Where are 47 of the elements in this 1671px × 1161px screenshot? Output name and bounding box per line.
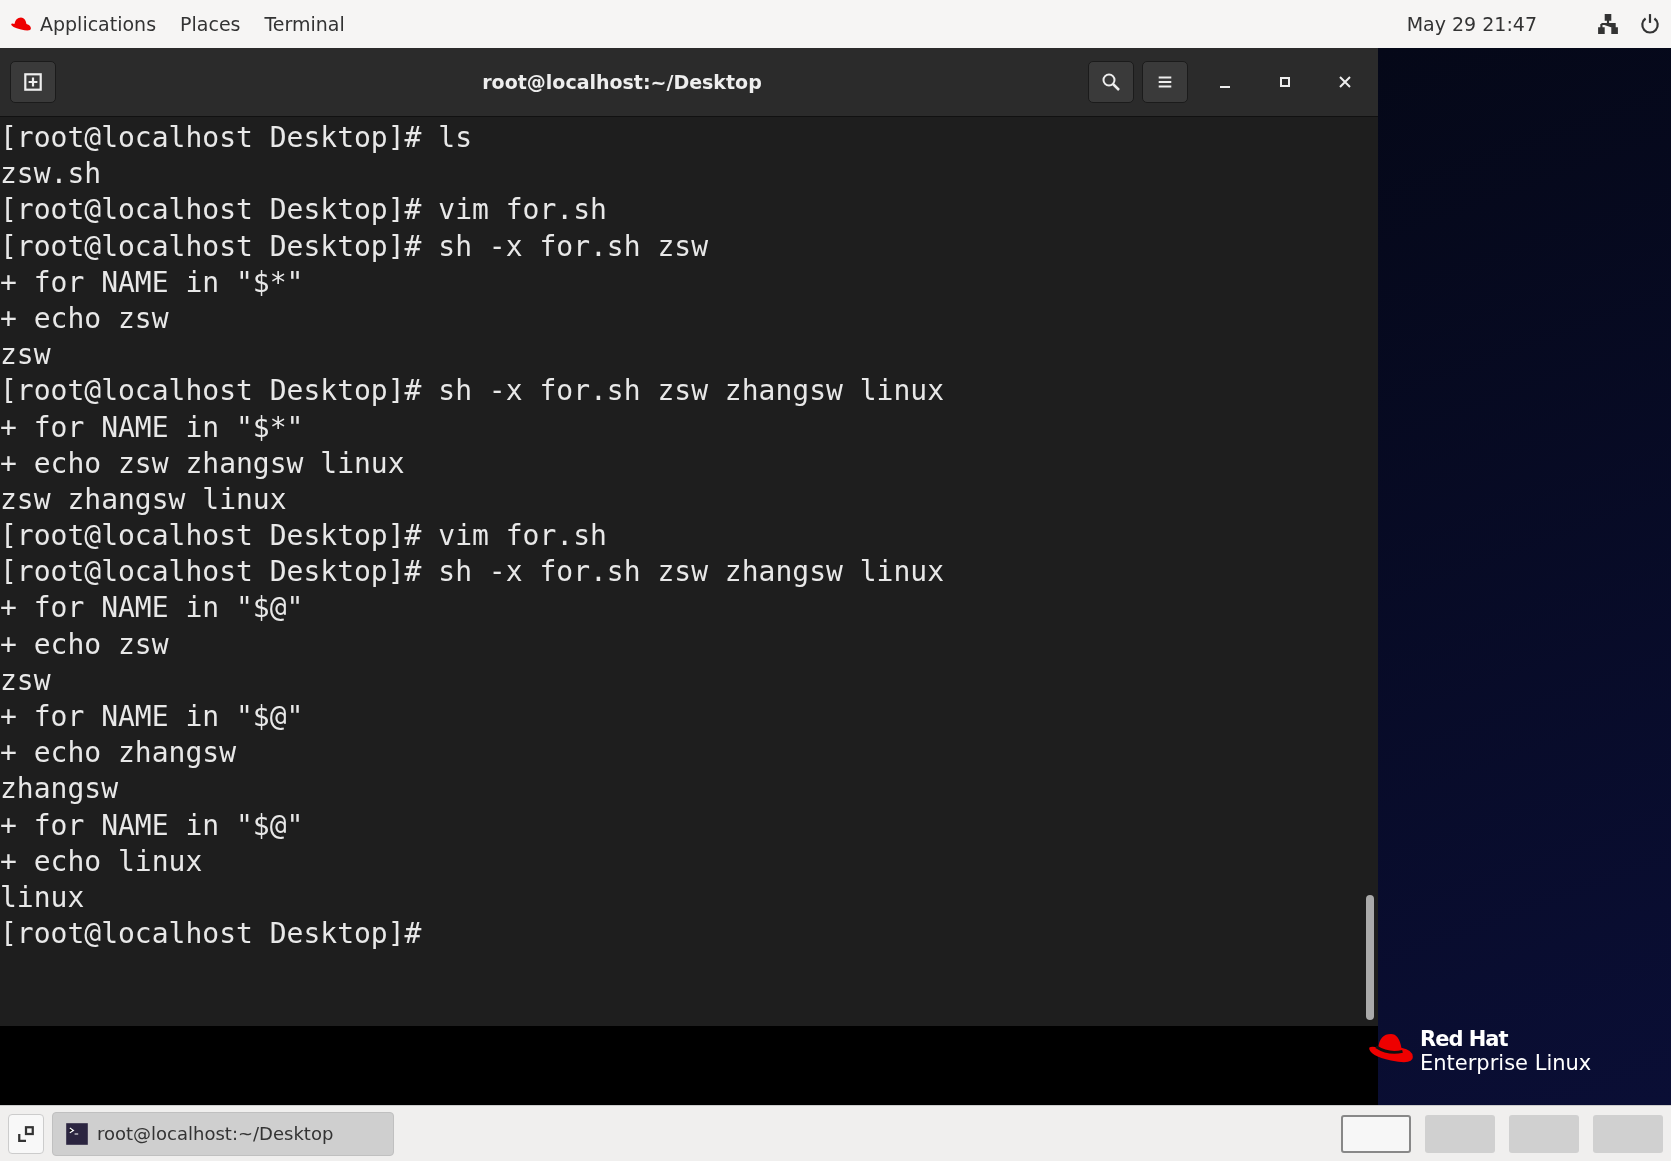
- terminal-line: [root@localhost Desktop]# sh -x for.sh zsw zhangsw linux: [0, 554, 945, 591]
- logo-product: Enterprise Linux: [1420, 1051, 1592, 1075]
- terminal-line: [root@localhost Desktop]# sh -x for.sh zsw zhangsw linux: [0, 373, 945, 410]
- terminal-line: [root@localhost Desktop]# vim for.sh: [0, 192, 608, 229]
- top-menu[interactable]: Applications: [40, 13, 157, 35]
- terminal-line: linux: [0, 879, 86, 916]
- power-icon[interactable]: [1639, 13, 1661, 35]
- search-button[interactable]: [1088, 61, 1134, 103]
- terminal-line: + echo zsw: [0, 300, 170, 337]
- terminal-line: zsw zhangsw linux: [0, 481, 288, 518]
- terminal-line: [root@localhost Desktop]# vim for.sh: [0, 518, 608, 555]
- logo-brand: Red Hat: [1420, 1027, 1509, 1051]
- terminal-line: + echo zhangsw: [0, 735, 237, 772]
- terminal-icon: [65, 1121, 89, 1146]
- hat-icon: [10, 16, 32, 32]
- terminal-line: + for NAME in "$*": [0, 264, 305, 301]
- taskbar-window-button[interactable]: root@localhost:~/Desktop: [52, 1111, 394, 1156]
- top-menu[interactable]: Places: [180, 13, 241, 35]
- maximize-icon: [1279, 76, 1291, 88]
- terminal-line: + for NAME in "$@": [0, 590, 305, 627]
- terminal-line: [root@localhost Desktop]# ls: [0, 120, 473, 156]
- terminal-line: zhangsw: [0, 771, 119, 808]
- terminal-line: + echo zsw: [0, 626, 170, 663]
- minimize-icon: [1219, 86, 1231, 88]
- terminal-line: + for NAME in "$*": [0, 409, 305, 446]
- window-title: root@localhost:~/Desktop: [481, 71, 763, 93]
- terminal-line: zsw: [0, 662, 52, 699]
- terminal-line: [root@localhost Desktop]# sh -x for.sh zsw: [0, 228, 709, 265]
- menu-button[interactable]: [1142, 61, 1188, 103]
- terminal-line: zsw: [0, 337, 52, 374]
- terminal-line: zsw.sh: [0, 156, 103, 193]
- show-desktop-button[interactable]: [8, 1113, 44, 1154]
- clock[interactable]: May 29 21:47: [1406, 13, 1537, 35]
- new-tab-icon: [22, 71, 44, 93]
- terminal-line: + echo zsw zhangsw linux: [0, 445, 406, 482]
- terminal-line: + echo linux: [0, 843, 204, 880]
- terminal-line: + for NAME in "$@": [0, 807, 305, 844]
- new-tab-button[interactable]: [10, 61, 56, 103]
- scrollbar-thumb[interactable]: [1366, 895, 1374, 1020]
- search-icon: [1101, 72, 1121, 92]
- terminal-line: [root@localhost Desktop]#: [0, 916, 423, 953]
- workspace-button[interactable]: [1341, 1114, 1411, 1153]
- network-icon[interactable]: [1597, 13, 1619, 35]
- close-icon: [1339, 76, 1351, 88]
- windows-icon: [17, 1124, 35, 1143]
- terminal-line: + for NAME in "$@": [0, 699, 305, 735]
- top-menu[interactable]: Terminal: [264, 13, 345, 35]
